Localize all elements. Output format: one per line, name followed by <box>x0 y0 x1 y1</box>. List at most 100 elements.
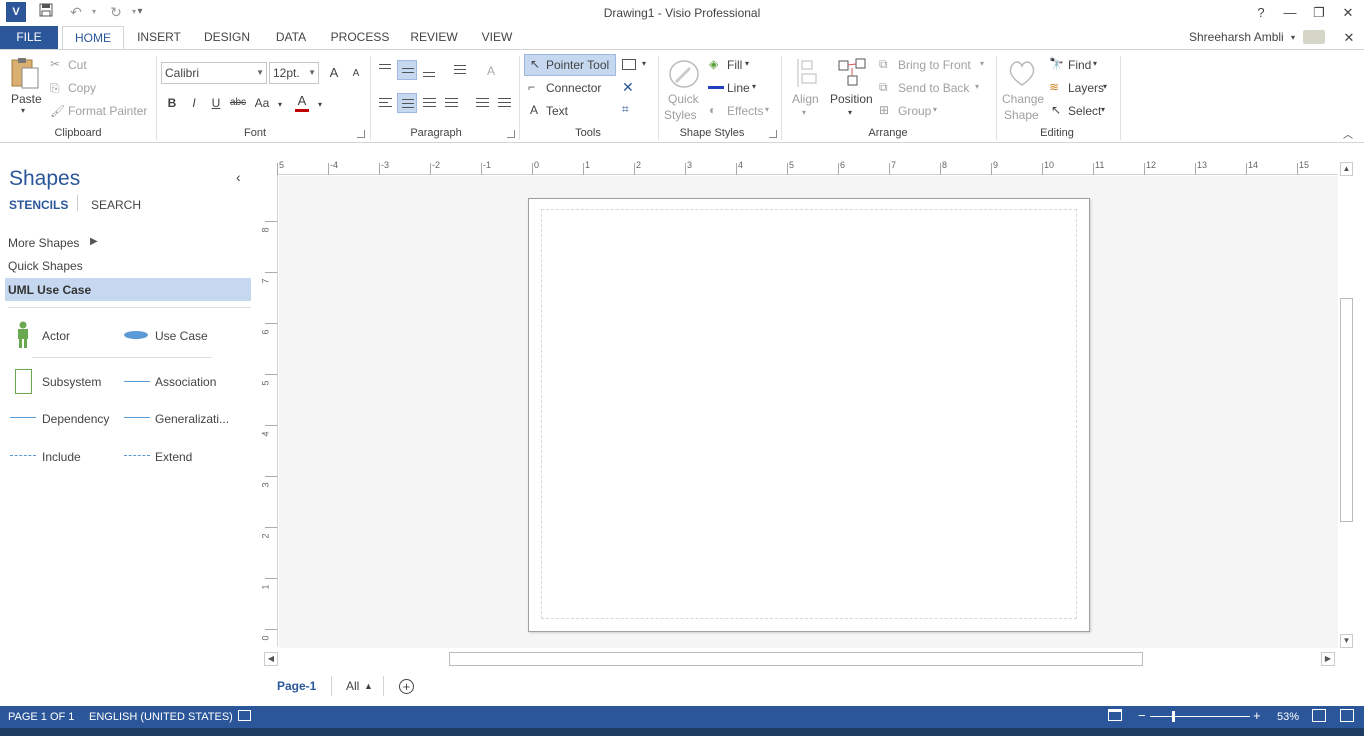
use-case-icon[interactable] <box>124 331 148 339</box>
macro-record-icon[interactable] <box>238 710 251 721</box>
fill-button[interactable]: Fill <box>727 58 742 72</box>
stencil-include[interactable]: Include <box>42 450 81 464</box>
strikethrough-button[interactable]: abc <box>228 93 248 113</box>
collapse-ribbon-icon[interactable]: ︿ <box>1343 126 1353 141</box>
shape-dropdown-icon[interactable]: ▾ <box>642 59 646 68</box>
tab-design[interactable]: DESIGN <box>198 26 256 49</box>
position-icon[interactable] <box>836 56 868 88</box>
nav-more-shapes[interactable]: More Shapes <box>8 236 79 250</box>
presentation-mode-icon[interactable] <box>1108 709 1122 721</box>
tab-process[interactable]: PROCESS <box>328 26 392 49</box>
nav-quick-shapes[interactable]: Quick Shapes <box>8 259 83 273</box>
justify-icon[interactable] <box>441 93 461 113</box>
generalization-icon[interactable] <box>124 417 150 418</box>
scroll-left-icon[interactable]: ◀ <box>264 652 278 666</box>
format-painter-button[interactable]: Format Painter <box>68 104 147 118</box>
chevron-right-icon[interactable]: ▶ <box>90 236 98 247</box>
paragraph-dialog-launcher-icon[interactable] <box>507 130 515 138</box>
stencil-subsystem[interactable]: Subsystem <box>42 375 101 389</box>
send-to-back-dropdown-icon[interactable]: ▾ <box>975 82 979 91</box>
bullets-icon[interactable] <box>450 60 470 80</box>
scroll-right-icon[interactable]: ▶ <box>1321 652 1335 666</box>
decrease-indent-icon[interactable] <box>472 93 492 113</box>
align-left-icon[interactable] <box>375 93 395 113</box>
line-dropdown-icon[interactable]: ▾ <box>752 82 756 91</box>
connector-button[interactable]: Connector <box>546 81 601 95</box>
stencil-use-case[interactable]: Use Case <box>155 329 208 343</box>
stencil-generalization[interactable]: Generalizati... <box>155 412 229 426</box>
stencil-extend[interactable]: Extend <box>155 450 192 464</box>
change-shape-button[interactable]: Change <box>1002 92 1044 106</box>
stencil-association[interactable]: Association <box>155 375 216 389</box>
zoom-level[interactable]: 53% <box>1277 711 1299 723</box>
scroll-down-icon[interactable]: ▼ <box>1340 634 1353 648</box>
paste-button[interactable]: Paste <box>11 92 42 106</box>
paste-dropdown-icon[interactable]: ▾ <box>21 106 25 115</box>
find-button[interactable]: Find <box>1068 58 1091 72</box>
paste-icon[interactable] <box>8 56 42 90</box>
align-shapes-icon[interactable] <box>792 58 820 88</box>
restore-button[interactable]: ❐ <box>1307 4 1331 22</box>
font-name-combo[interactable]: Calibri ▼ <box>161 62 267 84</box>
text-direction-icon[interactable]: A <box>481 61 501 81</box>
tab-review[interactable]: REVIEW <box>404 26 464 49</box>
all-pages-button[interactable]: All <box>346 679 359 693</box>
tab-file[interactable]: FILE <box>0 26 58 49</box>
shrink-font-button[interactable]: A <box>346 64 366 84</box>
underline-button[interactable]: U <box>206 93 226 113</box>
text-tool-button[interactable]: Text <box>546 104 568 118</box>
switch-windows-icon[interactable] <box>1340 709 1354 722</box>
rectangle-icon[interactable] <box>622 59 636 70</box>
user-name[interactable]: Shreeharsh Ambli <box>1189 26 1289 49</box>
layers-dropdown-icon[interactable]: ▾ <box>1103 82 1107 91</box>
increase-indent-icon[interactable] <box>494 93 514 113</box>
dependency-icon[interactable] <box>10 417 36 418</box>
collapse-pane-button[interactable]: ‹ <box>236 169 241 185</box>
send-to-back-button[interactable]: Send to Back <box>898 81 969 95</box>
copy-button[interactable]: Copy <box>68 81 96 95</box>
zoom-in-button[interactable]: + <box>1253 708 1261 723</box>
grow-font-button[interactable]: A <box>324 63 344 83</box>
chevron-down-icon[interactable]: ▼ <box>308 63 316 83</box>
shape-styles-dialog-launcher-icon[interactable] <box>769 130 777 138</box>
change-shape-icon[interactable] <box>1006 58 1038 88</box>
stencil-actor[interactable]: Actor <box>42 329 70 343</box>
help-button[interactable]: ? <box>1249 4 1273 22</box>
tab-insert[interactable]: INSERT <box>132 26 186 49</box>
zoom-out-button[interactable]: − <box>1138 708 1146 723</box>
align-right-icon[interactable] <box>419 93 439 113</box>
cut-button[interactable]: Cut <box>68 58 87 72</box>
effects-button[interactable]: Effects <box>727 104 763 118</box>
tab-home[interactable]: HOME <box>62 26 124 50</box>
align-middle-icon[interactable] <box>397 60 417 80</box>
chevron-down-icon[interactable]: ▼ <box>256 63 264 83</box>
effects-dropdown-icon[interactable]: ▾ <box>765 105 769 114</box>
align-dropdown-icon[interactable]: ▾ <box>802 108 806 117</box>
association-icon[interactable] <box>124 381 150 382</box>
select-button[interactable]: Select <box>1068 104 1101 118</box>
language-status[interactable]: ENGLISH (UNITED STATES) <box>89 711 233 723</box>
quick-styles-button[interactable]: Quick <box>668 92 699 106</box>
actor-icon[interactable] <box>14 321 32 349</box>
vertical-scroll-thumb[interactable] <box>1340 298 1353 522</box>
tab-view[interactable]: VIEW <box>474 26 520 49</box>
align-top-icon[interactable] <box>375 60 395 80</box>
group-dropdown-icon[interactable]: ▾ <box>933 105 937 114</box>
all-pages-up-icon[interactable]: ▲ <box>364 681 373 691</box>
tab-stencils[interactable]: STENCILS <box>9 198 68 212</box>
minimize-button[interactable]: — <box>1278 4 1302 22</box>
page-tab-page-1[interactable]: Page-1 <box>277 679 316 693</box>
group-button[interactable]: Group <box>898 104 931 118</box>
bring-to-front-button[interactable]: Bring to Front <box>898 58 971 72</box>
avatar[interactable] <box>1303 30 1325 44</box>
select-dropdown-icon[interactable]: ▾ <box>1101 105 1105 114</box>
position-dropdown-icon[interactable]: ▾ <box>848 108 852 117</box>
change-case-dropdown-icon[interactable]: ▾ <box>270 95 290 115</box>
tab-data[interactable]: DATA <box>266 26 316 49</box>
align-bottom-icon[interactable] <box>419 60 439 80</box>
scroll-up-icon[interactable]: ▲ <box>1340 162 1353 176</box>
italic-button[interactable]: I <box>184 93 204 113</box>
add-page-icon[interactable]: + <box>399 679 414 694</box>
close-icon[interactable]: ✕ <box>622 79 634 96</box>
tab-search[interactable]: SEARCH <box>91 198 141 212</box>
